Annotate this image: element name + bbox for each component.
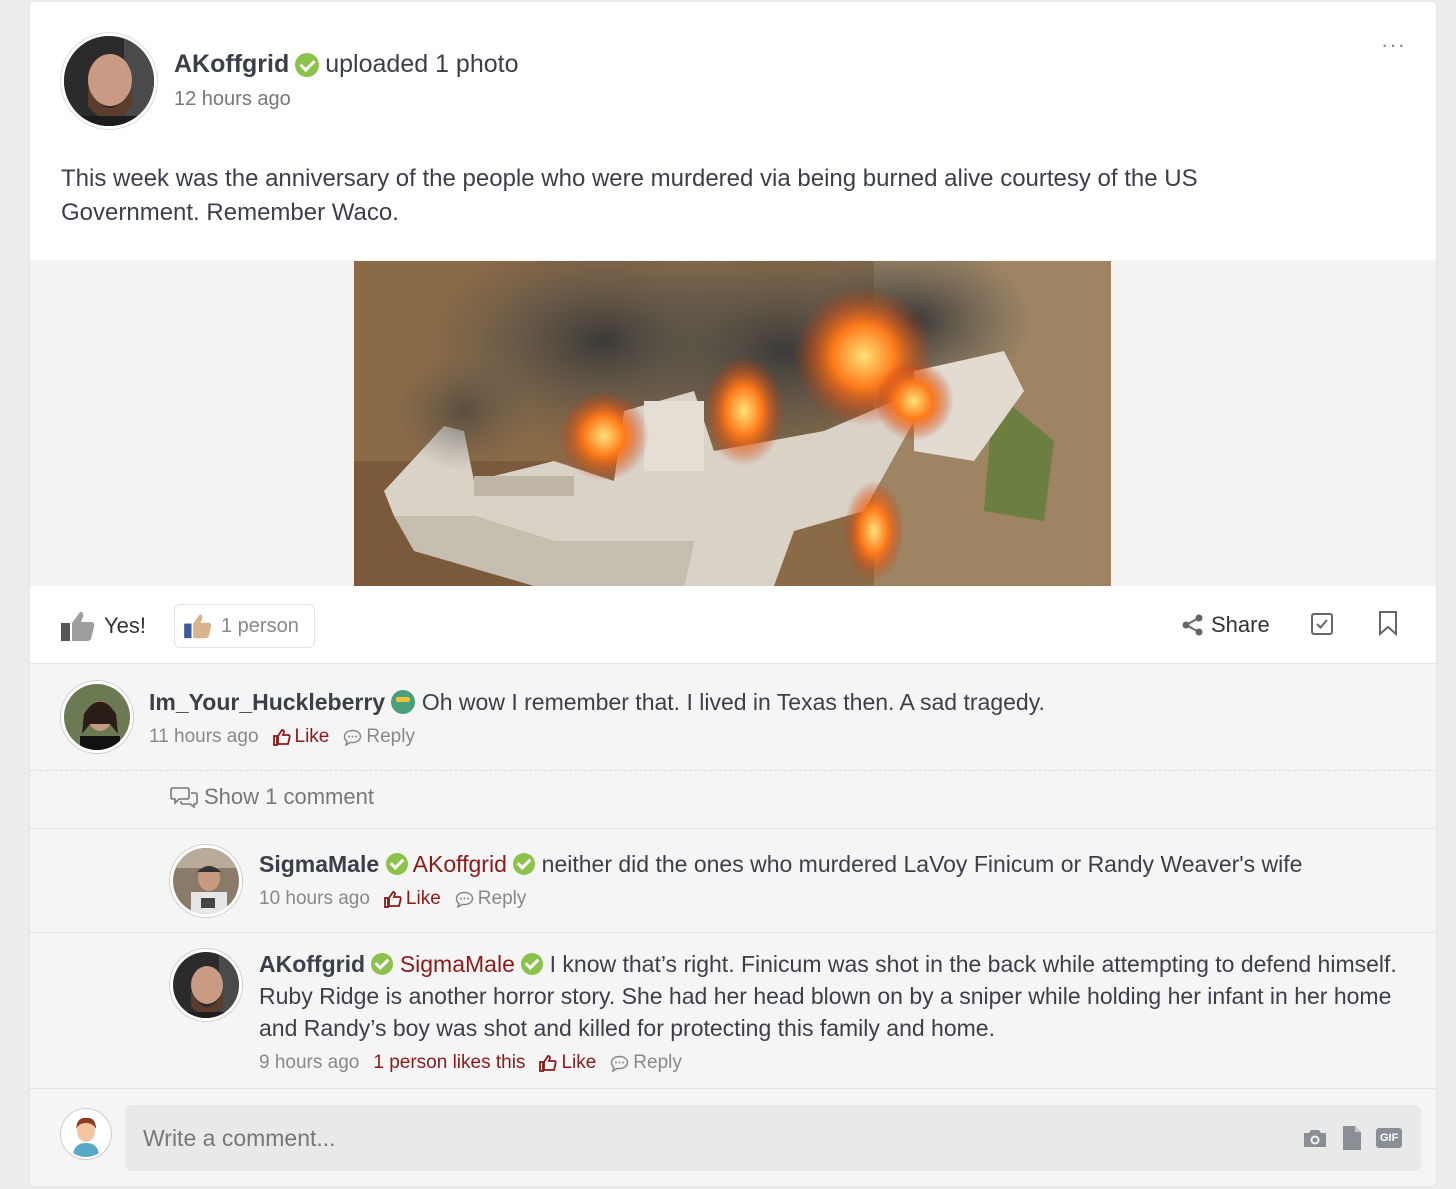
reply-time[interactable]: 10 hours ago: [259, 888, 370, 910]
comment-composer: GIF: [30, 1088, 1436, 1186]
like-button[interactable]: Like: [539, 1052, 596, 1074]
mention-link[interactable]: AKoffgrid: [413, 851, 507, 877]
reply-item: SigmaMale AKoffgrid neither did the ones…: [30, 828, 1436, 932]
reply-author[interactable]: AKoffgrid: [259, 951, 365, 977]
composer-icons: GIF: [1302, 1125, 1403, 1151]
comment-text: Oh wow I remember that. I lived in Texas…: [421, 689, 1045, 715]
reply-author[interactable]: SigmaMale: [259, 851, 379, 877]
like-label: Like: [561, 1052, 597, 1073]
verified-badge-icon: [513, 853, 536, 875]
comment-input[interactable]: [125, 1105, 1421, 1171]
reply-text: neither did the ones who murdered LaVoy …: [541, 851, 1303, 877]
comment-line: Im_Your_Huckleberry Oh wow I remember th…: [149, 686, 1399, 718]
share-label: Share: [1211, 612, 1270, 637]
like-label: Like: [294, 726, 330, 747]
mention-link[interactable]: SigmaMale: [400, 951, 515, 977]
thumbs-up-outline-icon: [384, 891, 402, 908]
share-icon: [1182, 614, 1203, 636]
current-user-avatar[interactable]: [61, 1109, 111, 1159]
post-image-area: [30, 260, 1436, 586]
post-timestamp[interactable]: 12 hours ago: [174, 88, 291, 111]
reply-button[interactable]: Reply: [610, 1052, 682, 1074]
checkbox-icon[interactable]: [1310, 612, 1334, 636]
reply-line: SigmaMale AKoffgrid neither did the ones…: [259, 848, 1409, 880]
verified-badge-icon: [295, 52, 320, 77]
post-card: AKoffgrid uploaded 1 photo 12 hours ago …: [30, 2, 1436, 1186]
post-header: AKoffgrid uploaded 1 photo 12 hours ago …: [30, 2, 1436, 142]
comment-meta: 11 hours ago Like Reply: [149, 726, 415, 748]
likes-count-label: 1 person: [221, 614, 299, 637]
speech-bubble-icon: [455, 891, 474, 908]
like-label: Like: [405, 888, 441, 909]
thumbs-up-icon: [184, 614, 212, 639]
camera-icon[interactable]: [1302, 1127, 1328, 1149]
verified-badge-icon: [521, 953, 544, 975]
more-options-icon[interactable]: ···: [1381, 32, 1406, 58]
speech-bubble-icon: [611, 1055, 629, 1072]
thumbs-up-icon: [61, 611, 95, 641]
reply-likes-count[interactable]: 1 person likes this: [373, 1052, 525, 1074]
reply-button[interactable]: Reply: [455, 888, 527, 910]
author-avatar[interactable]: [61, 33, 157, 129]
reply-button[interactable]: Reply: [343, 726, 415, 748]
author-line: AKoffgrid uploaded 1 photo: [174, 50, 519, 79]
comment-time[interactable]: 11 hours ago: [149, 726, 259, 748]
yes-label: Yes!: [104, 613, 147, 638]
post-action-text: uploaded 1 photo: [325, 50, 519, 78]
show-more-label: Show 1 comment: [204, 784, 374, 809]
comments-icon: [170, 787, 198, 809]
reply-meta: 10 hours ago Like Reply: [259, 888, 526, 910]
replier-avatar[interactable]: [170, 845, 242, 917]
gif-icon[interactable]: GIF: [1376, 1128, 1403, 1148]
share-button[interactable]: Share: [1182, 612, 1270, 638]
reply-label: Reply: [633, 1052, 682, 1073]
yes-button[interactable]: Yes!: [60, 610, 146, 642]
verified-badge-icon: [385, 853, 408, 875]
speech-bubble-icon: [344, 729, 362, 746]
thumbs-up-outline-icon: [272, 729, 291, 746]
post-photo[interactable]: [354, 261, 1111, 586]
like-button[interactable]: Like: [272, 726, 330, 748]
reply-label: Reply: [366, 726, 415, 747]
show-more-comments[interactable]: Show 1 comment: [170, 784, 374, 810]
post-body-text: This week was the anniversary of the peo…: [61, 165, 1198, 226]
comment-author[interactable]: Im_Your_Huckleberry: [149, 689, 385, 715]
reply-item: AKoffgrid SigmaMale I know that’s right.…: [30, 932, 1436, 1088]
author-name[interactable]: AKoffgrid: [174, 50, 289, 79]
reply-label: Reply: [477, 888, 527, 909]
comment-divider: [30, 770, 1436, 771]
commenter-avatar[interactable]: [61, 681, 133, 753]
thumbs-up-outline-icon: [539, 1055, 558, 1072]
emoji-badge-icon: [391, 690, 416, 714]
likes-count-pill[interactable]: 1 person: [174, 604, 315, 648]
reply-time[interactable]: 9 hours ago: [259, 1052, 359, 1074]
bookmark-icon[interactable]: [1378, 610, 1398, 636]
reply-meta: 9 hours ago 1 person likes this Like Rep…: [259, 1052, 682, 1074]
reply-line: AKoffgrid SigmaMale I know that’s right.…: [259, 948, 1409, 1044]
verified-badge-icon: [371, 953, 394, 975]
comment-item: Im_Your_Huckleberry Oh wow I remember th…: [30, 664, 1436, 770]
replier-avatar[interactable]: [170, 949, 242, 1021]
file-icon[interactable]: [1342, 1125, 1362, 1151]
like-button[interactable]: Like: [384, 888, 441, 910]
post-action-bar: Yes! 1 person Share: [30, 586, 1436, 664]
